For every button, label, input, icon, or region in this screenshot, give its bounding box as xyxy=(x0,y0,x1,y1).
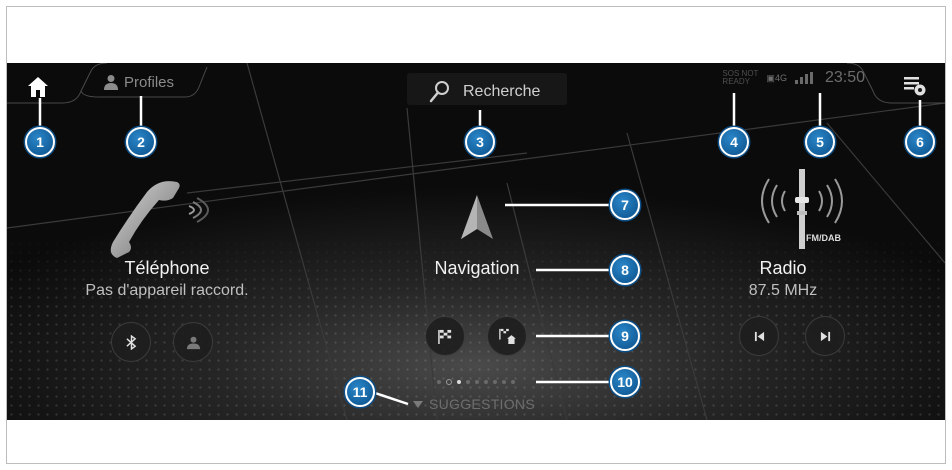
contact-icon xyxy=(186,336,200,349)
callout-4: 4 xyxy=(719,127,749,157)
radio-widget[interactable]: Radio 87.5 MHz xyxy=(723,258,843,300)
sim-icon: ▣ xyxy=(766,72,775,83)
callout-11: 11 xyxy=(345,377,375,407)
radio-frequency: 87.5 MHz xyxy=(748,282,818,299)
search-icon xyxy=(429,81,449,103)
page-dot[interactable] xyxy=(457,380,461,384)
notification-settings-icon xyxy=(904,77,926,96)
bluetooth-icon xyxy=(125,334,136,350)
profiles-button[interactable]: Profiles xyxy=(104,71,174,93)
home-icon xyxy=(28,77,48,97)
phone-title: Téléphone xyxy=(124,258,210,278)
callout-3: 3 xyxy=(465,127,495,157)
status-bar: SOS NOT READY ▣4G 23:50 xyxy=(722,69,865,87)
suggestions-toggle[interactable]: SUGGESTIONS xyxy=(413,396,535,412)
search-button[interactable]: Recherche xyxy=(429,79,540,105)
clock: 23:50 xyxy=(824,69,865,86)
page-indicator[interactable] xyxy=(437,379,515,385)
sos-status: SOS NOT READY xyxy=(722,69,759,86)
page-dot[interactable] xyxy=(466,380,470,384)
navigation-arrow-icon xyxy=(461,195,493,239)
page-dot[interactable] xyxy=(484,380,488,384)
next-station-icon xyxy=(820,331,830,341)
phone-widget[interactable]: Téléphone Pas d'appareil raccord. xyxy=(67,258,267,300)
page-dot[interactable] xyxy=(493,380,497,384)
radio-band-label: FM/DAB xyxy=(806,233,841,243)
signal-strength-icon xyxy=(794,72,813,84)
notification-settings-button[interactable] xyxy=(903,75,927,97)
flag-home-icon xyxy=(499,328,516,344)
callout-1: 1 xyxy=(25,127,55,157)
page-dot[interactable] xyxy=(511,380,515,384)
radio-title: Radio xyxy=(759,258,807,278)
infotainment-screen: Profiles Recherche SOS NOT READY ▣4G 23:… xyxy=(7,63,945,420)
page-dot[interactable] xyxy=(446,379,452,385)
previous-station-icon xyxy=(754,331,764,341)
search-label: Recherche xyxy=(463,83,541,100)
phone-status: Pas d'appareil raccord. xyxy=(85,282,249,299)
page-dot[interactable] xyxy=(475,380,479,384)
suggestions-label: SUGGESTIONS xyxy=(429,396,535,412)
callout-9: 9 xyxy=(610,321,640,351)
chevron-down-icon xyxy=(413,400,423,408)
checkered-flag-icon xyxy=(437,329,451,344)
callout-7: 7 xyxy=(610,190,640,220)
home-button[interactable] xyxy=(27,76,49,98)
network-status: ▣4G xyxy=(766,72,787,83)
page-dot[interactable] xyxy=(502,380,506,384)
page-dot[interactable] xyxy=(437,380,441,384)
next-station-button[interactable] xyxy=(805,316,845,356)
navigation-widget[interactable]: Navigation xyxy=(402,258,552,279)
callout-10: 10 xyxy=(610,367,640,397)
home-destination-button[interactable] xyxy=(487,316,527,356)
destination-button[interactable] xyxy=(425,316,465,356)
previous-station-button[interactable] xyxy=(739,316,779,356)
callout-8: 8 xyxy=(610,255,640,285)
contacts-button[interactable] xyxy=(173,322,213,362)
navigation-title: Navigation xyxy=(434,258,520,278)
bluetooth-button[interactable] xyxy=(111,322,151,362)
phone-handset-icon xyxy=(110,181,209,258)
profiles-label: Profiles xyxy=(124,73,175,91)
callout-2: 2 xyxy=(126,127,156,157)
person-icon xyxy=(104,75,118,90)
callout-6: 6 xyxy=(905,127,935,157)
callout-5: 5 xyxy=(805,127,835,157)
